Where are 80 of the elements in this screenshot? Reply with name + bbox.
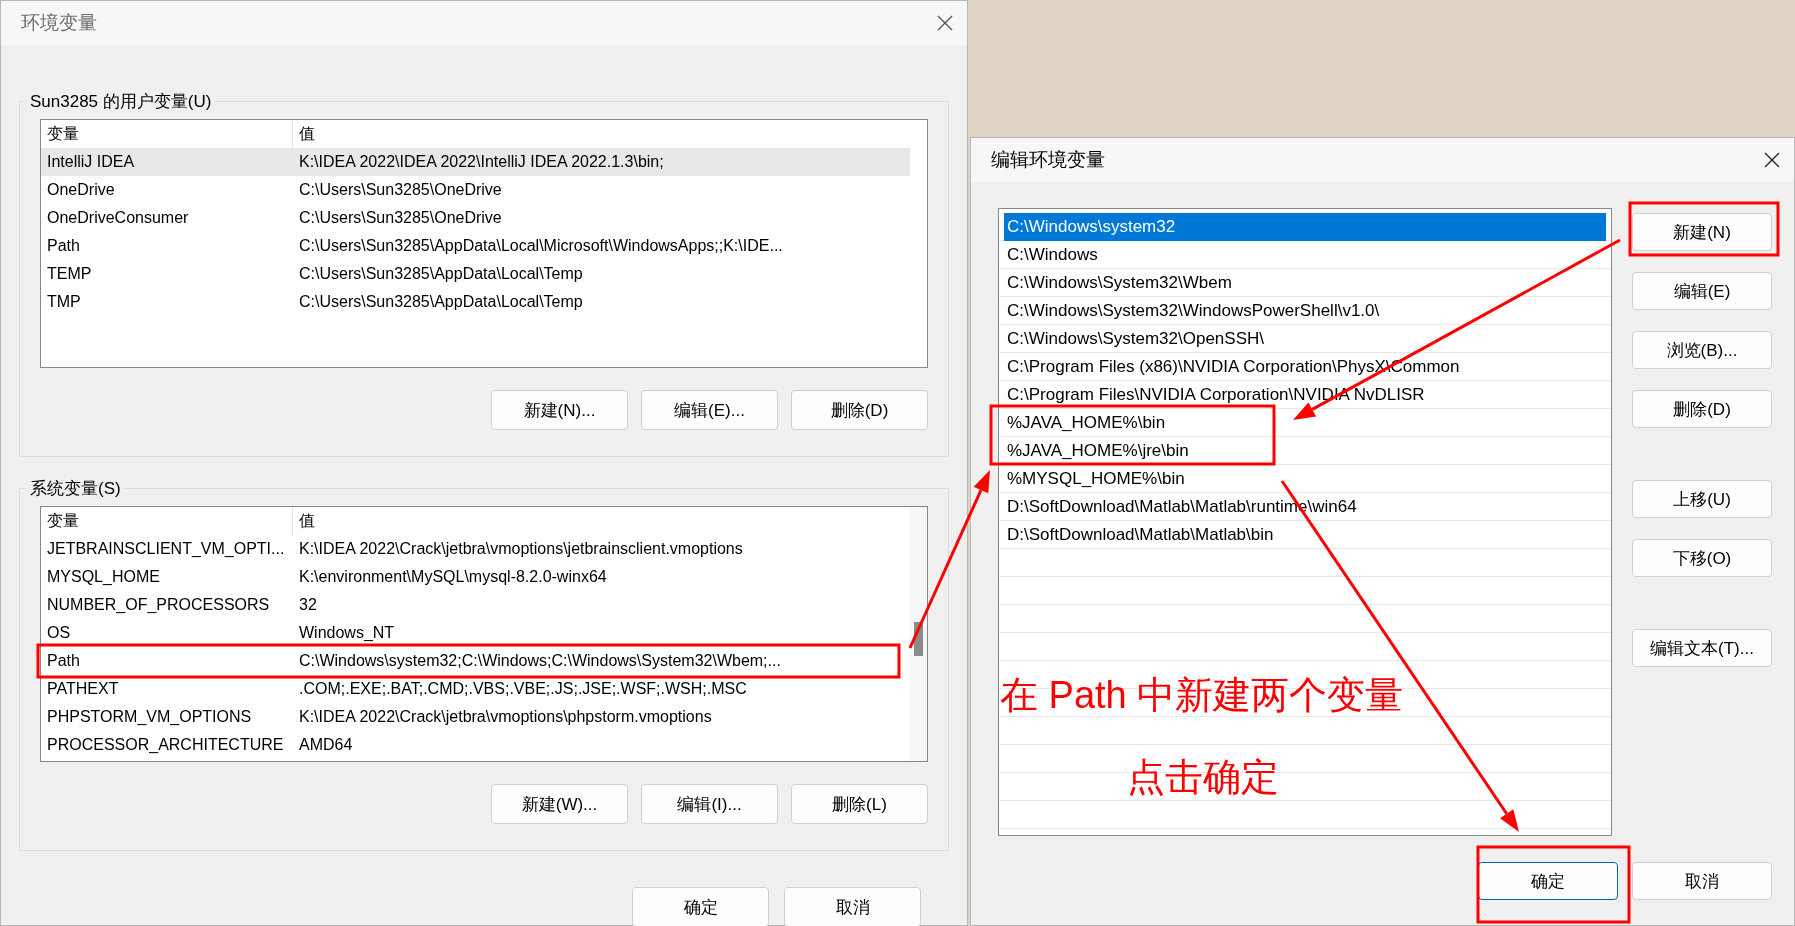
dialog-button[interactable]: 取消 <box>1632 862 1772 900</box>
scrollbar[interactable] <box>910 507 927 761</box>
path-entry[interactable]: %JAVA_HOME%\jre\bin <box>1004 437 1606 465</box>
variable-value: C:\Users\Sun3285\OneDrive <box>298 181 503 199</box>
variable-name: NUMBER_OF_PROCESSORS <box>46 596 271 614</box>
annotation-text: 点击确定 <box>1127 755 1279 800</box>
dialog-button[interactable]: 删除(L) <box>791 784 928 824</box>
path-entry[interactable]: D:\SoftDownload\Matlab\Matlab\bin <box>1004 521 1606 549</box>
variable-name: TMP <box>46 293 82 311</box>
dialog-button[interactable]: 编辑(E) <box>1632 272 1772 310</box>
variable-value: K:\IDEA 2022\Crack\jetbra\vmoptions\jetbrainsclient.vmoptions <box>298 540 744 558</box>
dialog-button[interactable]: 新建(N) <box>1632 213 1772 251</box>
variable-value: C:\Users\Sun3285\AppData\Local\Temp <box>298 265 584 283</box>
column-header[interactable]: 值 <box>293 507 910 535</box>
variable-row[interactable]: NUMBER_OF_PROCESSORS 32 <box>41 591 910 619</box>
variable-value: .COM;.EXE;.BAT;.CMD;.VBS;.VBE;.JS;.JSE;.WSF;.WSH;.MSC <box>298 680 748 698</box>
variable-name: Path <box>46 237 81 255</box>
variable-value: K:\IDEA 2022\Crack\jetbra\vmoptions\phpstorm.vmoptions <box>298 708 713 726</box>
variable-name: OS <box>46 624 72 642</box>
variable-name: Path <box>46 652 81 670</box>
variable-value: C:\Users\Sun3285\AppData\Local\Microsoft\WindowsApps;;K:\IDE... <box>298 237 784 255</box>
variable-row[interactable]: PATHEXT .COM;.EXE;.BAT;.CMD;.VBS;.VBE;.JS;.JSE;.WSF;.WSH;.MSC <box>41 675 910 703</box>
variable-name: PHPSTORM_VM_OPTIONS <box>46 708 253 726</box>
variable-row[interactable]: Path C:\Windows\system32;C:\Windows;C:\Windows\System32\Wbem;... <box>41 647 910 675</box>
variable-row[interactable]: OneDrive C:\Users\Sun3285\OneDrive <box>41 176 910 204</box>
close-icon[interactable] <box>937 15 953 31</box>
dialog-button[interactable]: 删除(D) <box>791 390 928 430</box>
annotation-text: 在 Path 中新建两个变量 <box>1000 673 1404 718</box>
dialog-button[interactable]: 编辑(I)... <box>641 784 778 824</box>
variable-row[interactable]: PHPSTORM_VM_OPTIONS K:\IDEA 2022\Crack\jetbra\vmoptions\phpstorm.vmoptions <box>41 703 910 731</box>
dialog-button[interactable]: 删除(D) <box>1632 390 1772 428</box>
variable-row[interactable]: OneDriveConsumer C:\Users\Sun3285\OneDrive <box>41 204 910 232</box>
column-header[interactable]: 变量 <box>41 507 293 535</box>
variable-value: AMD64 <box>298 736 354 754</box>
dialog-button[interactable]: 编辑文本(T)... <box>1632 629 1772 667</box>
group-label: Sun3285 的用户变量(U) <box>29 91 213 113</box>
variable-row[interactable]: Path C:\Users\Sun3285\AppData\Local\Microsoft\WindowsApps;;K:\IDE... <box>41 232 910 260</box>
variable-row[interactable]: PROCESSOR_ARCHITECTURE AMD64 <box>41 731 910 759</box>
dialog-button[interactable]: 上移(U) <box>1632 480 1772 518</box>
variable-name: MYSQL_HOME <box>46 568 161 586</box>
variable-name: JETBRAINSCLIENT_VM_OPTI... <box>46 540 286 558</box>
variable-value: C:\Users\Sun3285\AppData\Local\Temp <box>298 293 584 311</box>
window-title: 环境变量 <box>21 11 97 35</box>
dialog-button[interactable]: 确定 <box>1478 862 1618 900</box>
variable-name: OneDriveConsumer <box>46 209 190 227</box>
dialog-button[interactable]: 下移(O) <box>1632 539 1772 577</box>
variable-name: TEMP <box>46 265 93 283</box>
variable-value: C:\Users\Sun3285\OneDrive <box>298 209 503 227</box>
variable-name: OneDrive <box>46 181 116 199</box>
group-label: 系统变量(S) <box>29 478 122 500</box>
path-entry[interactable]: C:\Windows\System32\OpenSSH\ <box>1004 325 1606 353</box>
variable-row[interactable]: TEMP C:\Users\Sun3285\AppData\Local\Temp <box>41 260 910 288</box>
dialog-button[interactable]: 浏览(B)... <box>1632 331 1772 369</box>
variable-name: PROCESSOR_ARCHITECTURE <box>46 736 285 754</box>
variable-value: K:\IDEA 2022\IDEA 2022\IntelliJ IDEA 2022.1.3\bin; <box>298 153 665 171</box>
variable-row[interactable]: IntelliJ IDEA K:\IDEA 2022\IDEA 2022\IntelliJ IDEA 2022.1.3\bin; <box>41 148 910 176</box>
dialog-button[interactable]: 编辑(E)... <box>641 390 778 430</box>
variable-name: IntelliJ IDEA <box>46 153 136 171</box>
path-entry[interactable]: %MYSQL_HOME%\bin <box>1004 465 1606 493</box>
path-entry[interactable]: C:\Windows\System32\Wbem <box>1004 269 1606 297</box>
path-entry[interactable]: C:\Windows <box>1004 241 1606 269</box>
close-icon[interactable] <box>1764 152 1780 168</box>
variable-name: PATHEXT <box>46 680 120 698</box>
variable-value: C:\Windows\system32;C:\Windows;C:\Windows\System32\Wbem;... <box>298 652 782 670</box>
window-title: 编辑环境变量 <box>991 148 1105 172</box>
path-entry[interactable]: %JAVA_HOME%\bin <box>1004 409 1606 437</box>
variable-row[interactable]: JETBRAINSCLIENT_VM_OPTI... K:\IDEA 2022\Crack\jetbra\vmoptions\jetbrainsclient.vmoptions <box>41 535 910 563</box>
variable-value: 32 <box>298 596 318 614</box>
dialog-button[interactable]: 新建(W)... <box>491 784 628 824</box>
path-entry[interactable]: C:\Windows\system32 <box>1004 213 1606 241</box>
path-entry[interactable]: C:\Windows\System32\WindowsPowerShell\v1.0\ <box>1004 297 1606 325</box>
column-header[interactable]: 值 <box>293 120 910 148</box>
variable-row[interactable]: TMP C:\Users\Sun3285\AppData\Local\Temp <box>41 288 910 316</box>
dialog-button[interactable]: 新建(N)... <box>491 390 628 430</box>
variable-value: K:\environment\MySQL\mysql-8.2.0-winx64 <box>298 568 608 586</box>
dialog-button[interactable]: 确定 <box>632 887 769 926</box>
dialog-button[interactable]: 取消 <box>784 887 921 926</box>
variable-row[interactable]: MYSQL_HOME K:\environment\MySQL\mysql-8.2.0-winx64 <box>41 563 910 591</box>
variable-row[interactable]: OS Windows_NT <box>41 619 910 647</box>
variable-value: Windows_NT <box>298 624 396 642</box>
